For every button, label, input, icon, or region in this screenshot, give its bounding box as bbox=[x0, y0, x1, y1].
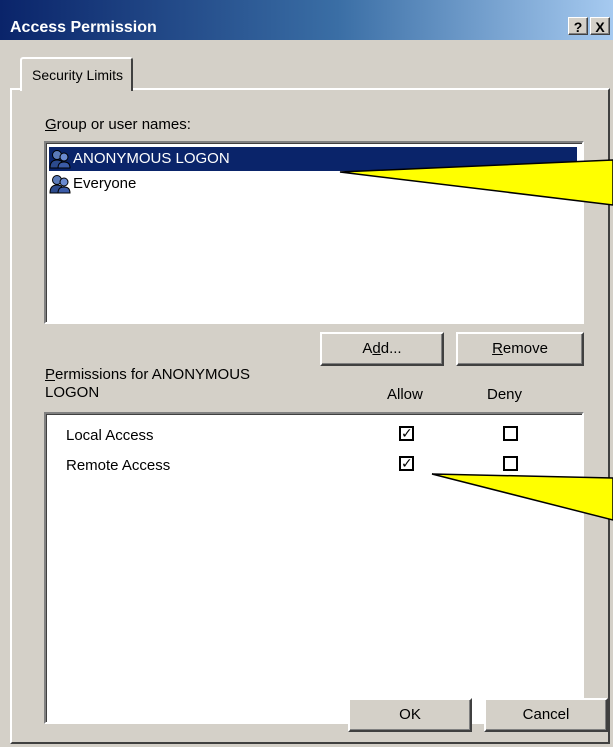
window-title: Access Permission bbox=[10, 19, 157, 36]
permission-name: Remote Access bbox=[66, 457, 171, 474]
list-item-anonymous-logon[interactable]: ANONYMOUS LOGON bbox=[49, 147, 577, 171]
local-access-deny-checkbox[interactable] bbox=[503, 426, 518, 441]
permission-name: Local Access bbox=[66, 427, 154, 444]
deny-column-header: Deny bbox=[487, 386, 523, 403]
user-name: Everyone bbox=[73, 175, 137, 192]
user-group-icon bbox=[49, 174, 71, 194]
help-button[interactable]: ? bbox=[568, 17, 588, 35]
check-icon: ✓ bbox=[401, 425, 413, 441]
tab-label: Security Limits bbox=[32, 67, 124, 83]
users-listbox[interactable]: ANONYMOUS LOGON Everyone bbox=[44, 141, 584, 324]
add-button[interactable]: Add... bbox=[320, 332, 444, 366]
ok-button[interactable]: OK bbox=[348, 698, 472, 732]
remote-access-deny-checkbox[interactable] bbox=[503, 456, 518, 471]
remote-access-allow-checkbox[interactable]: ✓ bbox=[399, 456, 414, 471]
permissions-label: Permissions for ANONYMOUS LOGON bbox=[45, 366, 251, 401]
user-group-icon bbox=[49, 149, 71, 169]
user-name: ANONYMOUS LOGON bbox=[73, 150, 230, 167]
allow-column-header: Allow bbox=[387, 386, 423, 403]
close-button[interactable]: X bbox=[590, 17, 610, 35]
local-access-allow-checkbox[interactable]: ✓ bbox=[399, 426, 414, 441]
tab-security-limits[interactable]: Security Limits bbox=[20, 57, 133, 91]
remove-button[interactable]: Remove bbox=[456, 332, 584, 366]
list-item-everyone[interactable]: Everyone bbox=[49, 172, 577, 196]
users-label: Group or user names: bbox=[45, 116, 191, 133]
cancel-button[interactable]: Cancel bbox=[484, 698, 608, 732]
check-icon: ✓ bbox=[401, 455, 413, 471]
